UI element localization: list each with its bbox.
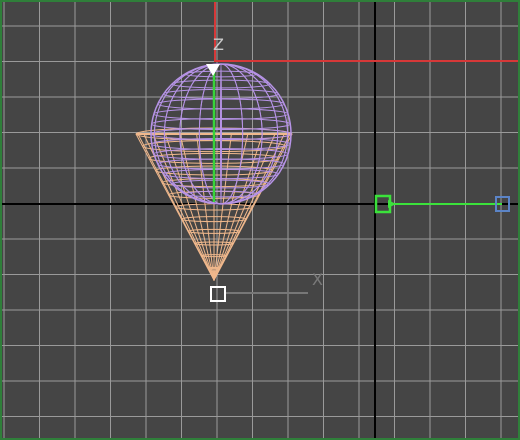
sphere-meridian (220, 63, 222, 205)
grid-lines (2, 2, 518, 438)
target-link[interactable] (374, 194, 510, 214)
cone-generator (164, 133, 215, 281)
gizmo-z-label: Z (213, 35, 224, 54)
cone-generator (213, 133, 249, 281)
cone-generator (213, 133, 285, 281)
cone-generator (135, 133, 215, 281)
gizmo-pivot-marker[interactable] (206, 64, 220, 76)
viewport-canvas[interactable]: Z X (2, 2, 518, 438)
cone-generator (179, 133, 215, 281)
base-handle[interactable] (210, 286, 226, 302)
faint-x-label: X (312, 270, 323, 289)
viewport-front[interactable]: Z X (0, 0, 520, 440)
